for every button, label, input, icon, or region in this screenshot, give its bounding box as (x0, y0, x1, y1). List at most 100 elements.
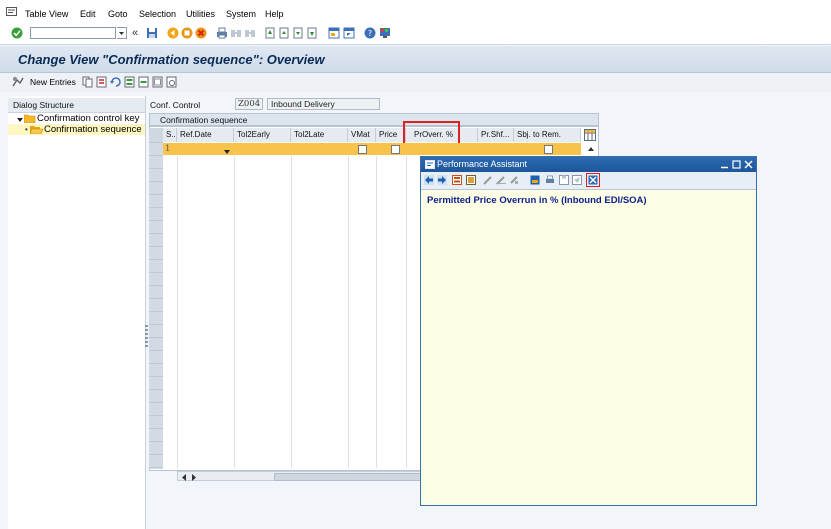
transport-icon[interactable] (166, 76, 177, 88)
technical-info-icon[interactable] (452, 175, 462, 185)
menu-edit[interactable]: Edit (80, 9, 96, 19)
customize-layout-icon[interactable] (379, 27, 391, 39)
help-text: Permitted Price Overrun in % (Inbound ED… (427, 195, 647, 206)
title-bar: Change View "Confirmation sequence": Ove… (0, 46, 831, 73)
popup-toolbar (421, 172, 756, 190)
vmat-checkbox[interactable] (358, 145, 367, 154)
print-help-icon[interactable] (545, 175, 555, 185)
dialog-structure-heading-text: Dialog Structure (13, 100, 74, 110)
tree-expand-icon[interactable] (17, 115, 23, 124)
horizontal-scrollbar[interactable] (177, 471, 422, 481)
enter-checkmark-icon[interactable] (11, 27, 23, 39)
select-block-icon[interactable] (138, 76, 149, 88)
shortcut-icon[interactable] (343, 27, 355, 39)
conf-control-description-field: Inbound Delivery (267, 98, 380, 110)
menu-help[interactable]: Help (265, 9, 284, 19)
performance-assistant-window: Performance Assistant Permitted Price Ov… (420, 156, 757, 506)
menu-utilities[interactable]: Utilities (186, 9, 215, 19)
app-menu-icon[interactable] (6, 7, 17, 16)
back-arrow-icon[interactable] (424, 175, 434, 185)
first-page-icon[interactable] (264, 27, 276, 39)
scroll-left-icon[interactable] (181, 473, 187, 483)
conf-control-description: Inbound Delivery (271, 99, 335, 109)
copy-as-icon[interactable] (82, 76, 93, 88)
command-field[interactable] (30, 27, 116, 39)
column-header-vmat[interactable]: VMat (348, 128, 376, 142)
last-page-icon[interactable] (306, 27, 318, 39)
bookmark-icon[interactable] (530, 175, 540, 185)
column-header-ref-date[interactable]: Ref.Date (177, 128, 234, 142)
menu-system[interactable]: System (226, 9, 256, 19)
dialog-structure-heading: Dialog Structure (8, 98, 145, 113)
maximize-icon[interactable] (732, 160, 741, 171)
table-row[interactable]: 1 (163, 143, 581, 155)
find-next-icon[interactable] (244, 27, 256, 39)
seq-cell[interactable]: 1 (165, 144, 170, 154)
column-divider (348, 156, 349, 468)
command-dropdown-icon[interactable] (117, 27, 127, 39)
annotation-icon[interactable] (509, 175, 519, 185)
column-header-seq[interactable]: S.. (163, 128, 177, 142)
tree-item-confirmation-sequence[interactable]: • Confirmation sequence (8, 124, 145, 135)
conf-control-field[interactable]: Z004 (235, 98, 263, 110)
find-icon[interactable] (230, 27, 242, 39)
table-settings-icon[interactable] (584, 129, 596, 141)
standard-toolbar: « ? (0, 24, 831, 45)
column-header-tol2early[interactable]: Tol2Early (234, 128, 291, 142)
scroll-thumb[interactable] (274, 473, 422, 481)
menu-table-view[interactable]: Table View (25, 9, 68, 19)
close-icon[interactable] (744, 160, 753, 171)
exit-icon[interactable] (181, 27, 193, 39)
menu-goto[interactable]: Goto (108, 9, 128, 19)
application-toolbar: New Entries (0, 73, 831, 92)
column-divider (177, 156, 178, 468)
svg-text:?: ? (368, 29, 372, 38)
undo-change-icon[interactable] (110, 76, 121, 88)
cancel-icon[interactable] (195, 27, 207, 39)
folder-open-icon (29, 125, 44, 135)
popup-title-bar[interactable]: Performance Assistant (421, 157, 756, 172)
deselect-all-icon[interactable] (152, 76, 163, 88)
pencil-icon[interactable] (483, 175, 493, 185)
menu-selection[interactable]: Selection (139, 9, 176, 19)
save-icon[interactable] (146, 27, 158, 39)
forward-arrow-icon[interactable] (437, 175, 447, 185)
column-divider (234, 156, 235, 468)
delete-icon[interactable] (96, 76, 107, 88)
scroll-right-icon[interactable] (191, 473, 197, 483)
minimize-icon[interactable] (720, 160, 729, 171)
column-divider (291, 156, 292, 468)
create-session-icon[interactable] (328, 27, 340, 39)
column-divider (376, 156, 377, 468)
send-help-icon[interactable] (572, 175, 582, 185)
page-title: Change View "Confirmation sequence": Ove… (18, 52, 325, 67)
column-header-sbj-to-rem[interactable]: Sbj. to Rem. (514, 128, 581, 142)
column-header-price[interactable]: Price (376, 128, 406, 142)
column-divider (406, 156, 407, 468)
new-entries-button[interactable]: New Entries (30, 77, 76, 87)
sbj-to-rem-checkbox[interactable] (544, 145, 553, 154)
print-icon[interactable] (216, 27, 228, 39)
back-icon[interactable] (167, 27, 179, 39)
edit-icon[interactable] (496, 175, 506, 185)
column-header-tol2late[interactable]: Tol2Late (291, 128, 348, 142)
folder-closed-icon (23, 114, 36, 124)
save-help-icon[interactable] (559, 175, 569, 185)
ref-date-dropdown-icon[interactable] (224, 147, 230, 157)
price-checkbox[interactable] (391, 145, 400, 154)
select-all-icon[interactable] (124, 76, 135, 88)
help-icon[interactable]: ? (364, 27, 376, 39)
collapse-command-icon[interactable]: « (132, 27, 138, 39)
previous-page-icon[interactable] (278, 27, 290, 39)
tree-item-confirmation-control-key[interactable]: Confirmation control key (8, 113, 145, 124)
display-change-icon[interactable] (12, 76, 24, 88)
scroll-up-icon[interactable] (586, 144, 596, 154)
close-help-icon[interactable] (586, 173, 600, 187)
column-header-pr-shf[interactable]: Pr.Shf... (478, 128, 514, 142)
select-all-rows-cell[interactable] (149, 128, 163, 142)
menu-bar: Table View Edit Goto Selection Utilities… (0, 0, 831, 25)
application-help-icon[interactable] (466, 175, 476, 185)
splitter-handle[interactable] (145, 325, 148, 347)
tree-item-label: Confirmation sequence (44, 124, 142, 135)
next-page-icon[interactable] (292, 27, 304, 39)
